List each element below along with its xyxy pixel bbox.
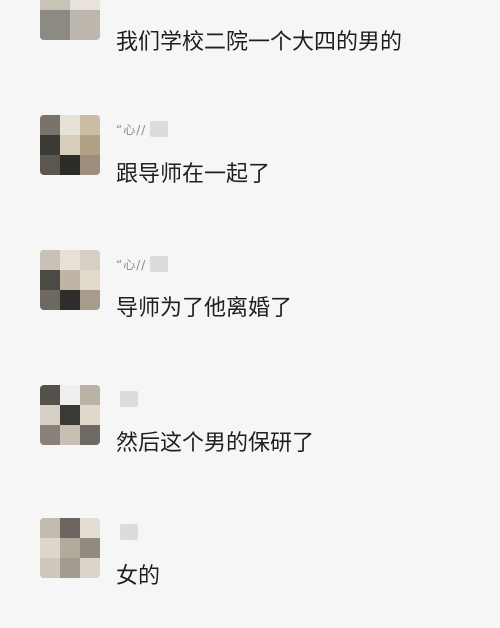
message: “心// 导师为了他离婚了 bbox=[0, 250, 500, 360]
avatar[interactable] bbox=[40, 385, 100, 445]
blurred-name bbox=[120, 391, 138, 407]
sender-name: “心// bbox=[116, 256, 169, 272]
chat-thread: 我们学校二院一个大四的男的 “心// 跟导师在一起了 “心// 导师为了他离婚了… bbox=[0, 0, 500, 589]
sender-name bbox=[116, 391, 138, 407]
message-text[interactable]: 我们学校二院一个大四的男的 bbox=[116, 28, 402, 58]
blurred-name bbox=[150, 256, 169, 272]
blurred-name bbox=[120, 524, 138, 540]
avatar[interactable] bbox=[40, 250, 100, 310]
avatar[interactable] bbox=[40, 115, 100, 175]
sender-name: “心// bbox=[116, 121, 169, 137]
message-text[interactable]: 女的 bbox=[116, 562, 160, 592]
avatar[interactable] bbox=[40, 0, 100, 40]
message-text[interactable]: 跟导师在一起了 bbox=[116, 160, 270, 190]
message: 我们学校二院一个大四的男的 bbox=[0, 0, 500, 90]
sender-name bbox=[116, 524, 138, 540]
message: 然后这个男的保研了 bbox=[0, 385, 500, 495]
message-text[interactable]: 然后这个男的保研了 bbox=[116, 429, 314, 459]
message: “心// 跟导师在一起了 bbox=[0, 115, 500, 225]
message-text[interactable]: 导师为了他离婚了 bbox=[116, 294, 292, 324]
sender-nick: “心// bbox=[116, 122, 147, 137]
avatar[interactable] bbox=[40, 518, 100, 578]
message: 女的 bbox=[0, 518, 500, 628]
blurred-name bbox=[150, 121, 169, 137]
sender-nick: “心// bbox=[116, 257, 147, 272]
